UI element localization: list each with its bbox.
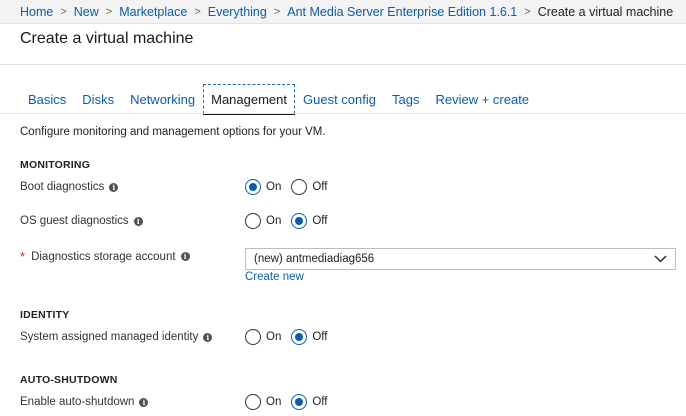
- info-icon[interactable]: i: [139, 397, 149, 407]
- os-guest-diagnostics-label-text: OS guest diagnostics: [20, 215, 129, 227]
- info-icon[interactable]: i: [203, 332, 213, 342]
- os-guest-diagnostics-off-radio[interactable]: [291, 213, 308, 229]
- breadcrumb: Home > New > Marketplace > Everything > …: [0, 0, 686, 24]
- tab-management[interactable]: Management: [203, 84, 295, 115]
- breadcrumb-everything[interactable]: Everything: [208, 5, 267, 19]
- enable-auto-shutdown-label: Enable auto-shutdown i: [20, 396, 149, 408]
- tab-guest-config[interactable]: Guest config: [295, 84, 384, 114]
- auto-shutdown-off-option[interactable]: Off: [291, 394, 327, 410]
- select-value: (new) antmediadiag656: [254, 253, 375, 265]
- chevron-down-icon: [654, 255, 667, 263]
- tab-review-create[interactable]: Review + create: [427, 84, 537, 114]
- radio-label: Off: [312, 396, 328, 408]
- info-icon[interactable]: i: [133, 216, 143, 226]
- boot-diagnostics-on-option[interactable]: On: [245, 179, 281, 195]
- os-guest-diagnostics-on-option[interactable]: On: [245, 213, 281, 229]
- title-divider: [0, 64, 686, 65]
- tab-basics[interactable]: Basics: [20, 84, 74, 114]
- chevron-right-icon: >: [60, 5, 67, 18]
- breadcrumb-ant-media-server[interactable]: Ant Media Server Enterprise Edition 1.6.…: [287, 5, 517, 19]
- boot-diagnostics-off-radio[interactable]: [291, 179, 308, 195]
- tabs-divider: [0, 113, 686, 114]
- chevron-right-icon: >: [524, 5, 531, 18]
- managed-identity-off-radio[interactable]: [291, 329, 308, 345]
- boot-diagnostics-off-option[interactable]: Off: [291, 179, 327, 195]
- diagnostics-storage-account-label-text: Diagnostics storage account: [31, 250, 176, 263]
- identity-heading: IDENTITY: [20, 309, 70, 321]
- tab-disks[interactable]: Disks: [74, 84, 122, 114]
- auto-shutdown-heading: AUTO-SHUTDOWN: [20, 374, 118, 386]
- managed-identity-label: System assigned managed identity i: [20, 331, 213, 343]
- os-guest-diagnostics-off-option[interactable]: Off: [291, 213, 327, 229]
- radio-label: On: [266, 396, 282, 408]
- diagnostics-storage-account-select[interactable]: (new) antmediadiag656: [245, 248, 676, 270]
- tab-tags[interactable]: Tags: [384, 84, 427, 114]
- auto-shutdown-on-option[interactable]: On: [245, 394, 281, 410]
- auto-shutdown-on-radio[interactable]: [245, 394, 261, 410]
- monitoring-heading: MONITORING: [20, 159, 91, 171]
- info-icon[interactable]: i: [109, 182, 119, 192]
- radio-label: On: [266, 215, 282, 227]
- info-icon[interactable]: i: [180, 252, 190, 261]
- tab-bar: Basics Disks Networking Management Guest…: [20, 84, 537, 115]
- breadcrumb-marketplace[interactable]: Marketplace: [119, 5, 187, 19]
- page-description: Configure monitoring and management opti…: [20, 126, 326, 138]
- managed-identity-label-text: System assigned managed identity: [20, 331, 199, 343]
- os-guest-diagnostics-radio-group: On Off: [245, 213, 337, 229]
- chevron-right-icon: >: [105, 5, 113, 18]
- managed-identity-radio-group: On Off: [245, 329, 337, 345]
- page-title: Create a virtual machine: [20, 30, 194, 47]
- managed-identity-off-option[interactable]: Off: [291, 329, 327, 345]
- os-guest-diagnostics-label: OS guest diagnostics i: [20, 215, 143, 227]
- radio-label: On: [266, 181, 282, 193]
- boot-diagnostics-on-radio[interactable]: [245, 179, 261, 195]
- create-new-link[interactable]: Create new: [245, 271, 304, 283]
- breadcrumb-new[interactable]: New: [74, 5, 99, 19]
- os-guest-diagnostics-on-radio[interactable]: [245, 213, 261, 229]
- managed-identity-on-option[interactable]: On: [245, 329, 281, 345]
- enable-auto-shutdown-radio-group: On Off: [245, 394, 337, 410]
- required-indicator: *: [20, 249, 26, 264]
- diagnostics-storage-account-label: * Diagnostics storage account i: [20, 249, 190, 264]
- boot-diagnostics-radio-group: On Off: [245, 179, 337, 195]
- boot-diagnostics-label: Boot diagnostics i: [20, 181, 119, 193]
- auto-shutdown-off-radio[interactable]: [291, 394, 308, 410]
- radio-label: Off: [312, 181, 328, 193]
- radio-label: Off: [312, 215, 328, 227]
- chevron-right-icon: >: [273, 5, 281, 18]
- radio-label: On: [266, 331, 282, 343]
- breadcrumb-current: Create a virtual machine: [537, 4, 674, 19]
- enable-auto-shutdown-label-text: Enable auto-shutdown: [20, 396, 135, 408]
- breadcrumb-home[interactable]: Home: [20, 5, 53, 19]
- chevron-right-icon: >: [194, 5, 201, 18]
- radio-label: Off: [312, 331, 328, 343]
- managed-identity-on-radio[interactable]: [245, 329, 261, 345]
- boot-diagnostics-label-text: Boot diagnostics: [20, 181, 105, 193]
- tab-networking[interactable]: Networking: [122, 84, 203, 114]
